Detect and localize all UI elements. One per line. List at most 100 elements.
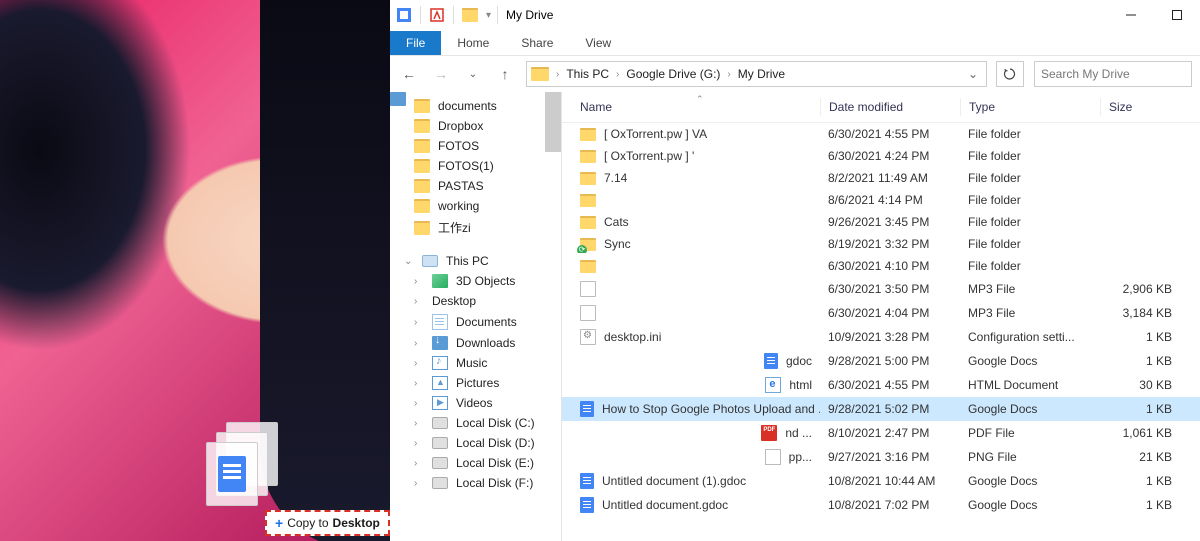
back-button[interactable]: ← — [398, 63, 420, 85]
file-row[interactable]: [ OxTorrent.pw ] ' 6/30/2021 4:24 PM Fil… — [562, 145, 1200, 167]
maximize-button[interactable] — [1154, 0, 1200, 30]
drag-ghost-files[interactable] — [206, 422, 306, 522]
address-bar[interactable]: › This PC › Google Drive (G:) › My Drive… — [526, 61, 987, 87]
sidebar-item[interactable]: ›Music — [390, 353, 561, 373]
file-row[interactable]: 6/30/2021 3:50 PM MP3 File 2,906 KB — [562, 277, 1200, 301]
file-name-cell: [ OxTorrent.pw ] VA — [572, 125, 820, 143]
chevron-right-icon[interactable]: › — [553, 69, 562, 80]
caret-icon[interactable]: › — [414, 338, 424, 349]
file-ghost — [206, 442, 258, 506]
file-date: 8/10/2021 2:47 PM — [820, 424, 960, 442]
caret-icon[interactable]: › — [414, 378, 424, 389]
file-date: 6/30/2021 4:10 PM — [820, 257, 960, 275]
scrollbar-thumb[interactable] — [545, 92, 561, 152]
chevron-right-icon[interactable]: › — [724, 69, 733, 80]
sidebar-item[interactable]: ›Local Disk (E:) — [390, 453, 561, 473]
tab-home[interactable]: Home — [441, 31, 505, 55]
chevron-right-icon[interactable]: › — [613, 69, 622, 80]
folder-icon — [414, 159, 430, 173]
file-row[interactable]: desktop.ini 10/9/2021 3:28 PM Configurat… — [562, 325, 1200, 349]
breadcrumb[interactable]: This PC — [564, 67, 611, 81]
caret-icon[interactable]: ⌄ — [404, 256, 414, 267]
minimize-button[interactable] — [1108, 0, 1154, 30]
sidebar-item[interactable]: ›Documents — [390, 311, 561, 333]
caret-icon[interactable]: › — [414, 398, 424, 409]
file-row[interactable]: Cats 9/26/2021 3:45 PM File folder — [562, 211, 1200, 233]
file-row[interactable]: html 6/30/2021 4:55 PM HTML Document 30 … — [562, 373, 1200, 397]
caret-icon[interactable]: › — [414, 458, 424, 469]
file-row[interactable]: gdoc 9/28/2021 5:00 PM Google Docs 1 KB — [562, 349, 1200, 373]
title-bar[interactable]: ▾ My Drive — [390, 0, 1200, 30]
file-row[interactable]: 6/30/2021 4:10 PM File folder — [562, 255, 1200, 277]
file-row[interactable]: Untitled document.gdoc 10/8/2021 7:02 PM… — [562, 493, 1200, 517]
file-type: Google Docs — [960, 496, 1100, 514]
refresh-button[interactable] — [996, 61, 1024, 87]
breadcrumb[interactable]: Google Drive (G:) — [624, 67, 722, 81]
caret-icon[interactable]: › — [414, 317, 424, 328]
sidebar-item[interactable]: Dropbox — [390, 116, 561, 136]
sort-indicator-icon: ⌃ — [696, 94, 704, 105]
sidebar-item[interactable]: ›3D Objects — [390, 271, 561, 291]
file-row[interactable]: [ OxTorrent.pw ] VA 6/30/2021 4:55 PM Fi… — [562, 123, 1200, 145]
sidebar-item[interactable]: 工作zi — [390, 216, 561, 239]
forward-button[interactable]: → — [430, 63, 452, 85]
caret-icon[interactable]: › — [414, 276, 424, 287]
sidebar-item[interactable]: ›Videos — [390, 393, 561, 413]
gdoc-icon — [764, 353, 778, 369]
column-date[interactable]: Date modified — [820, 98, 960, 116]
file-date: 6/30/2021 4:55 PM — [820, 376, 960, 394]
search-input[interactable]: Search My Drive — [1034, 61, 1192, 87]
file-row[interactable]: How to Stop Google Photos Upload and ...… — [562, 397, 1200, 421]
sidebar-item-label: This PC — [446, 254, 489, 268]
disk-icon — [432, 477, 448, 489]
caret-icon[interactable]: › — [414, 418, 424, 429]
properties-icon[interactable] — [427, 5, 447, 25]
sidebar-item[interactable]: FOTOS — [390, 136, 561, 156]
file-name: Untitled document.gdoc — [602, 498, 728, 512]
file-name: 7.14 — [604, 171, 627, 185]
file-name-cell — [572, 192, 820, 209]
file-row[interactable]: nd ... 8/10/2021 2:47 PM PDF File 1,061 … — [562, 421, 1200, 445]
tab-view[interactable]: View — [569, 31, 627, 55]
folder-icon — [580, 194, 596, 207]
qa-dropdown-icon[interactable]: ▾ — [486, 10, 491, 21]
desktop-wallpaper: + Copy to Desktop — [0, 0, 390, 541]
file-row[interactable]: Sync 8/19/2021 3:32 PM File folder — [562, 233, 1200, 255]
sidebar-item-label: Dropbox — [438, 119, 483, 133]
file-size: 1 KB — [1100, 328, 1180, 346]
sidebar-item[interactable]: FOTOS(1) — [390, 156, 561, 176]
recent-dropdown-icon[interactable]: ⌄ — [462, 63, 484, 85]
sidebar-item[interactable]: PASTAS — [390, 176, 561, 196]
caret-icon[interactable]: › — [414, 438, 424, 449]
column-name[interactable]: Name⌃ — [572, 98, 820, 116]
column-size[interactable]: Size — [1100, 98, 1180, 116]
file-row[interactable]: 6/30/2021 4:04 PM MP3 File 3,184 KB — [562, 301, 1200, 325]
sidebar-item[interactable]: documents — [390, 96, 561, 116]
breadcrumb[interactable]: My Drive — [736, 67, 787, 81]
file-row[interactable]: 8/6/2021 4:14 PM File folder — [562, 189, 1200, 211]
sidebar-item[interactable]: ›Pictures — [390, 373, 561, 393]
download-icon — [432, 336, 448, 350]
app-icon[interactable] — [394, 5, 414, 25]
address-dropdown-icon[interactable]: ⌄ — [964, 67, 982, 81]
sidebar-item[interactable]: ›Desktop — [390, 291, 561, 311]
sidebar-item[interactable]: ›Downloads — [390, 333, 561, 353]
caret-icon[interactable]: › — [414, 358, 424, 369]
tab-file[interactable]: File — [390, 31, 441, 55]
file-row[interactable]: pp... 9/27/2021 3:16 PM PNG File 21 KB — [562, 445, 1200, 469]
file-row[interactable]: 7.14 8/2/2021 11:49 AM File folder — [562, 167, 1200, 189]
sidebar-item[interactable]: ›Local Disk (D:) — [390, 433, 561, 453]
file-list[interactable]: Name⌃ Date modified Type Size [ OxTorren… — [562, 92, 1200, 541]
sidebar-item[interactable]: ›Local Disk (C:) — [390, 413, 561, 433]
navigation-pane[interactable]: documents Dropbox FOTOSFOTOS(1)PASTASworki… — [390, 92, 562, 541]
caret-icon[interactable]: › — [414, 478, 424, 489]
tab-share[interactable]: Share — [505, 31, 569, 55]
sidebar-item[interactable]: working — [390, 196, 561, 216]
sidebar-this-pc[interactable]: ⌄ This PC — [390, 251, 561, 271]
caret-icon[interactable]: › — [414, 296, 424, 307]
folder-icon — [462, 8, 478, 22]
sidebar-item[interactable]: ›Local Disk (F:) — [390, 473, 561, 493]
up-button[interactable]: ↑ — [494, 63, 516, 85]
column-type[interactable]: Type — [960, 98, 1100, 116]
file-row[interactable]: Untitled document (1).gdoc 10/8/2021 10:… — [562, 469, 1200, 493]
